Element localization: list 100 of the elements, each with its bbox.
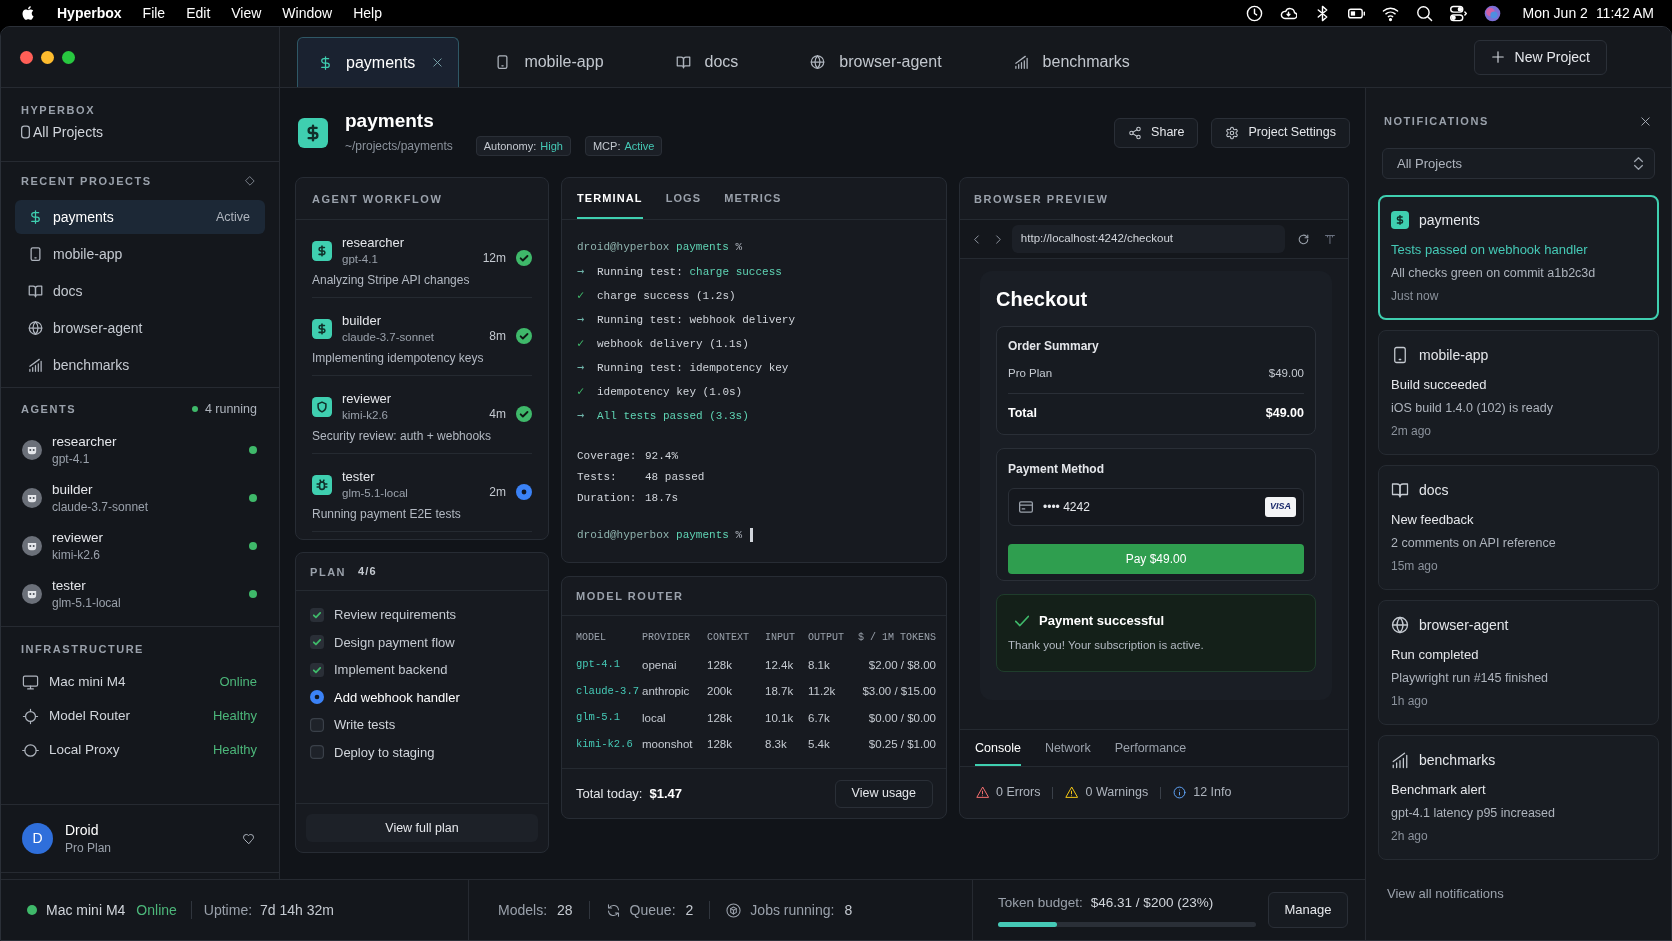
url-field[interactable]: http://localhost:4242/checkout (1011, 225, 1286, 253)
console-count: 0 Warnings (1085, 784, 1149, 802)
manage-button[interactable]: Manage (1268, 892, 1348, 928)
globe-icon (1391, 616, 1409, 634)
table-cell-text: claude-3.7 (576, 683, 640, 699)
info-icon (1173, 786, 1187, 799)
project-item[interactable]: docs (15, 274, 265, 308)
stat-label: Queue: (629, 900, 676, 920)
terminal-tab[interactable]: LOGS (665, 178, 702, 219)
panel-title: NOTIFICATIONS (1384, 114, 1489, 129)
checkbox[interactable] (310, 635, 324, 650)
devtools-tab[interactable]: Network (1044, 730, 1091, 766)
checkbox[interactable] (310, 662, 324, 677)
all-projects-link[interactable]: All Projects (21, 122, 104, 142)
agent-name: reviewer (52, 528, 103, 547)
view-all-link[interactable]: View all notifications (1387, 886, 1504, 901)
close-icon[interactable] (432, 57, 444, 68)
terminal-line: → Running test: webhook delivery (577, 311, 796, 328)
card-number-field[interactable]: •••• 4242 VISA (1008, 488, 1304, 526)
new-project-button[interactable]: New Project (1473, 39, 1607, 75)
table-cell-text: 5.4k (808, 737, 831, 753)
checkbox[interactable] (310, 690, 324, 705)
notification-card[interactable]: mobile-app Build succeeded iOS build 1.4.0 (102) is ready 2m ago (1378, 330, 1659, 455)
reload-icon[interactable] (1297, 232, 1311, 246)
task-description: Running payment E2E tests (312, 506, 462, 523)
table-cell-text: $2.00 / $8.00 (867, 657, 936, 673)
checkbox[interactable] (310, 717, 324, 732)
table-cell-text: 11.2k (808, 684, 837, 700)
globe-icon (28, 320, 43, 336)
bot-avatar-icon (22, 536, 42, 556)
window-close-button[interactable] (20, 50, 33, 64)
app-menu[interactable]: Hyperbox (57, 2, 122, 24)
menu-item[interactable]: Edit (186, 2, 211, 24)
notification-card[interactable]: browser-agent Run completed Playwright run #145 finished 1h ago (1378, 600, 1659, 725)
view-full-plan-button[interactable]: View full plan (306, 814, 538, 842)
project-item[interactable]: payments Active (15, 200, 265, 234)
close-icon[interactable] (1640, 115, 1651, 127)
project-filter-select[interactable]: All Projects (1382, 148, 1655, 179)
line-item-label: Pro Plan (1008, 366, 1053, 382)
terminal-tab[interactable]: TERMINAL (577, 178, 643, 219)
panel-title: BROWSER PREVIEW (974, 191, 1109, 207)
table-cell-text: 12.4k (765, 657, 795, 673)
orb-icon[interactable] (1483, 4, 1501, 22)
notification-card[interactable]: payments Tests passed on webhook handler All checks green on commit a1b2c3d Just now (1378, 195, 1659, 320)
text-tool-icon[interactable] (1324, 233, 1336, 245)
project-tab[interactable]: browser-agent (774, 37, 978, 87)
project-settings-button[interactable]: Project Settings (1211, 117, 1350, 148)
infrastructure-name: Mac mini M4 (49, 672, 126, 691)
column-header: OUTPUT (808, 630, 845, 645)
card-title: Payment Method (1008, 461, 1104, 477)
window-zoom-button[interactable] (62, 50, 75, 64)
project-tab[interactable]: payments (297, 37, 460, 87)
notification-title: Tests passed on webhook handler (1391, 241, 1588, 259)
notification-card[interactable]: docs New feedback 2 comments on API reference 15m ago (1378, 465, 1659, 590)
shield-tile-icon (312, 396, 332, 417)
project-item[interactable]: browser-agent (15, 311, 265, 345)
table-cell-text: $0.25 / $1.00 (867, 737, 936, 753)
dollar-icon (318, 53, 333, 72)
menu-item[interactable]: File (142, 2, 166, 24)
machine-status: Online (136, 900, 177, 920)
status-dot-icon (27, 905, 37, 915)
view-usage-button[interactable]: View usage (834, 779, 933, 808)
diamond-icon[interactable] (245, 176, 255, 186)
back-icon[interactable] (971, 232, 982, 246)
book-icon (1391, 481, 1409, 499)
terminal-line: → All tests passed (3.3s) (577, 407, 749, 424)
user-name: Droid (65, 820, 100, 840)
devtools-tab[interactable]: Console (975, 730, 1021, 766)
budget-label: Token budget: (998, 894, 1083, 913)
heart-icon[interactable] (242, 832, 255, 845)
project-item[interactable]: mobile-app (15, 237, 265, 271)
share-button[interactable]: Share (1114, 117, 1199, 148)
project-tab[interactable]: docs (639, 37, 775, 87)
search-icon[interactable] (1415, 4, 1433, 22)
phone-icon (495, 53, 511, 71)
devtools-tab[interactable]: Performance (1114, 730, 1187, 766)
health-status: Healthy (212, 741, 257, 760)
checkbox[interactable] (310, 745, 324, 760)
menu-item[interactable]: Window (282, 2, 333, 24)
apple-icon[interactable] (20, 4, 36, 22)
project-name: payments (1419, 210, 1480, 230)
window-minimize-button[interactable] (41, 50, 54, 64)
notification-card[interactable]: benchmarks Benchmark alert gpt-4.1 latency p95 increased 2h ago (1378, 735, 1659, 860)
terminal-line: Tests: 48 passed (577, 470, 705, 485)
menu-item[interactable]: View (231, 2, 262, 24)
project-tab[interactable]: benchmarks (977, 37, 1166, 87)
menu-item[interactable]: Help (353, 2, 382, 24)
terminal-prompt: droid@hyperbox payments % (577, 527, 743, 543)
project-tab[interactable]: mobile-app (459, 37, 640, 87)
terminal-tab[interactable]: METRICS (724, 178, 782, 219)
checkbox[interactable] (310, 607, 324, 622)
menu-bar-date[interactable]: Mon Jun 2 (1522, 2, 1588, 24)
toggles-icon[interactable] (1449, 4, 1467, 22)
clock-icon[interactable] (1245, 4, 1263, 22)
project-item[interactable]: benchmarks (15, 348, 265, 382)
bot-avatar-icon (22, 584, 42, 604)
menu-bar-clock[interactable]: 11:42 AM (1595, 2, 1654, 24)
column-header: $ / 1M TOKENS (858, 630, 936, 645)
step-count: 4/6 (358, 564, 377, 580)
agent-name: builder (52, 480, 94, 499)
